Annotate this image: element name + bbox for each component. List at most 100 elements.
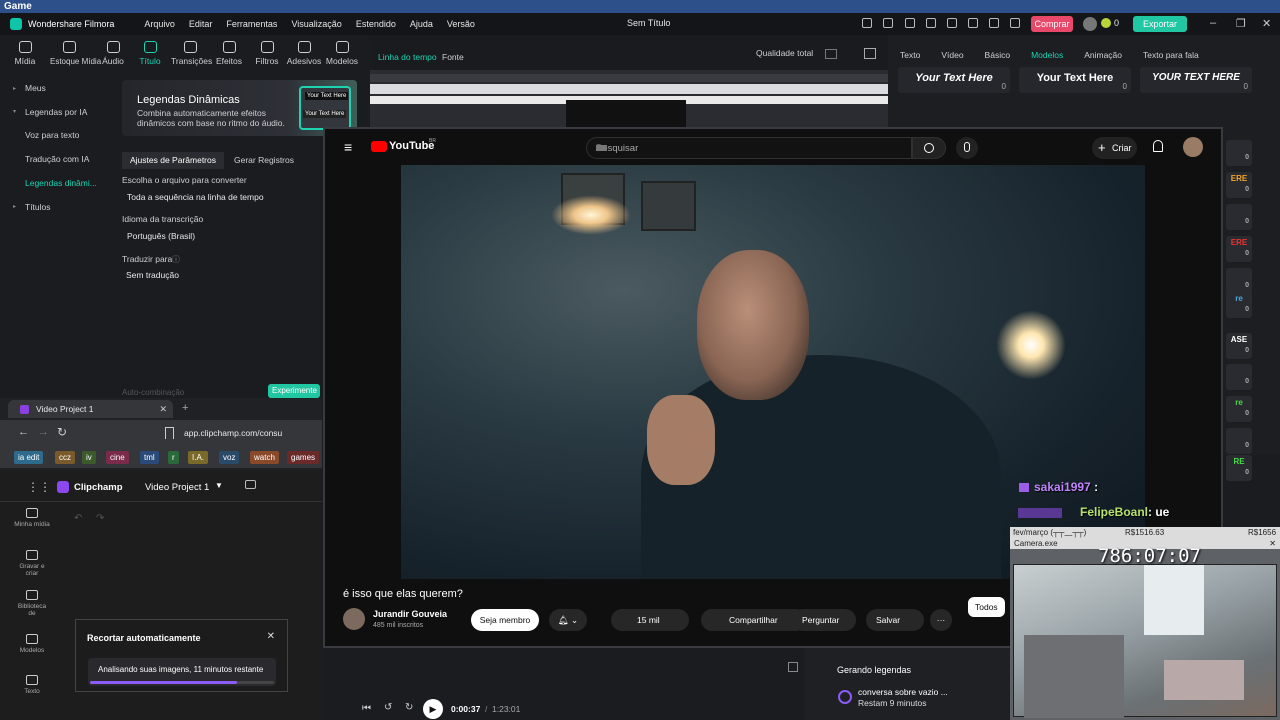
tool-stickers[interactable]: Adesivos — [285, 39, 323, 66]
template-side-card[interactable]: re 0 — [1226, 292, 1252, 318]
undo-icon[interactable]: ↶ — [74, 513, 82, 524]
apps-grid-icon[interactable]: ⋮⋮ — [27, 480, 51, 494]
monitor-icon[interactable] — [926, 18, 936, 28]
tool-filters[interactable]: Filtros — [248, 39, 286, 66]
template-side-card[interactable]: ASE 0 — [1226, 333, 1252, 359]
fullscreen-icon[interactable] — [788, 662, 798, 672]
close-icon[interactable]: ✕ — [1262, 17, 1271, 30]
tab-params[interactable]: Ajustes de Parâmetros — [122, 152, 224, 169]
nav-traducao[interactable]: Tradução com IA — [25, 154, 89, 164]
help-icon[interactable] — [989, 18, 999, 28]
tool-effects[interactable]: Efeitos — [210, 39, 248, 66]
save-button[interactable]: Salvar — [866, 609, 924, 631]
nav-legendas-dinamicas[interactable]: Legendas dinâmi... — [25, 178, 97, 188]
more-icon[interactable]: ··· — [930, 609, 952, 631]
menu-ferramentas[interactable]: Ferramentas — [226, 19, 277, 29]
nav-titulos[interactable]: Títulos — [25, 202, 51, 212]
buy-button[interactable]: Comprar — [1031, 16, 1073, 32]
bookmark-folder[interactable]: voz — [219, 451, 240, 464]
prev-frame-icon[interactable]: ⏮︎ — [362, 703, 371, 714]
close-tab-icon[interactable]: ✕ — [159, 400, 167, 418]
share-icon[interactable] — [883, 18, 893, 28]
tool-media[interactable]: Mídia — [6, 39, 44, 66]
avatar[interactable] — [1083, 17, 1097, 31]
reload-icon[interactable]: ↻ — [57, 425, 67, 439]
template-side-card[interactable]: 0 — [1226, 140, 1252, 166]
tab-animation[interactable]: Animação — [1084, 50, 1122, 60]
browser-tab[interactable]: Video Project 1 ✕ — [8, 400, 173, 418]
select-file[interactable]: Toda a sequência na linha de tempo — [127, 192, 264, 202]
layout-icon[interactable] — [905, 18, 915, 28]
tab-timeline[interactable]: Linha do tempo — [378, 52, 437, 62]
bookmark-folder[interactable]: r — [168, 451, 179, 464]
nav-my-media[interactable]: Minha mídia — [14, 508, 50, 528]
like-button[interactable]: 15 mil — [611, 609, 689, 631]
tab-basic[interactable]: Básico — [985, 50, 1011, 60]
join-button[interactable]: Seja membro — [471, 609, 539, 631]
back-icon[interactable]: ← — [18, 426, 29, 438]
image-icon[interactable] — [864, 48, 876, 59]
create-button[interactable]: + Criar — [1092, 137, 1137, 159]
title-template-card[interactable]: Your Text Here 0 — [1019, 67, 1131, 93]
tab-video[interactable]: Vídeo — [941, 50, 963, 60]
bookmark-folder[interactable]: games — [287, 451, 320, 464]
close-icon[interactable]: ✕ — [267, 631, 275, 642]
tab-tts[interactable]: Texto para fala — [1143, 50, 1199, 60]
tool-titles[interactable]: Título — [131, 39, 169, 66]
export-button[interactable]: Exportar — [1133, 16, 1187, 32]
maximize-icon[interactable]: ❐ — [1236, 17, 1246, 30]
grid-icon[interactable] — [1010, 18, 1020, 28]
nav-text[interactable]: Texto — [14, 675, 50, 695]
template-side-card[interactable]: 0 — [1226, 364, 1252, 390]
url-field[interactable]: app.clipchamp.com/consu — [184, 428, 282, 438]
redo-icon[interactable]: ↷ — [96, 513, 104, 524]
menu-arquivo[interactable]: Arquivo — [144, 19, 175, 29]
avatar[interactable] — [1183, 137, 1203, 157]
template-side-card[interactable]: ERE 0 — [1226, 172, 1252, 198]
new-tab-icon[interactable]: + — [182, 402, 188, 414]
rewind-icon[interactable]: ↺ — [384, 702, 392, 713]
search-button[interactable] — [912, 137, 946, 159]
forward-icon[interactable]: ↻ — [405, 702, 413, 713]
ask-button[interactable]: Perguntar — [792, 609, 856, 631]
save-icon[interactable] — [947, 18, 957, 28]
chevron-down-icon[interactable]: ▼ — [215, 481, 223, 490]
auto-combine-label[interactable]: Auto-combinação — [122, 388, 184, 397]
youtube-logo-icon[interactable] — [371, 141, 387, 152]
nav-record[interactable]: Gravar e criar — [14, 550, 50, 577]
tab-source[interactable]: Fonte — [442, 52, 464, 62]
template-side-card[interactable]: re 0 — [1226, 396, 1252, 422]
bookmark-folder[interactable]: ia edit — [14, 451, 44, 464]
mic-button[interactable] — [956, 137, 978, 159]
nav-library[interactable]: Biblioteca de — [14, 590, 50, 617]
title-template-card[interactable]: YOUR TEXT HERE 0 — [1140, 67, 1252, 93]
tool-stock[interactable]: Estoque Mídia — [50, 39, 101, 66]
bookmark-folder[interactable]: I.A. — [188, 451, 209, 464]
title-template-card[interactable]: Your Text Here 0 — [898, 67, 1010, 93]
template-side-card[interactable]: ERE 0 — [1226, 236, 1252, 262]
nav-templates[interactable]: Modelos — [14, 634, 50, 654]
bookmark-icon[interactable] — [165, 427, 174, 439]
template-side-card[interactable]: RE 0 — [1226, 455, 1252, 481]
select-translate[interactable]: Sem tradução — [126, 270, 179, 280]
quality-select[interactable]: Qualidade total — [756, 48, 813, 58]
forward-icon[interactable]: → — [38, 426, 49, 438]
menu-ajuda[interactable]: Ajuda — [410, 19, 433, 29]
experiment-button[interactable]: Experimente — [268, 384, 320, 398]
tab-text[interactable]: Texto — [900, 50, 920, 60]
menu-versao[interactable]: Versão — [447, 19, 475, 29]
template-side-card[interactable]: 0 — [1226, 204, 1252, 230]
media-icon[interactable] — [968, 18, 978, 28]
tab-models[interactable]: Modelos — [1031, 50, 1063, 60]
search-box[interactable]: Pesquisar — [586, 137, 912, 159]
bell-icon[interactable] — [1153, 140, 1163, 152]
menu-editar[interactable]: Editar — [189, 19, 213, 29]
tab-generate[interactable]: Gerar Registros — [234, 152, 294, 169]
nav-meus[interactable]: Meus — [25, 83, 46, 93]
nav-legendas-ia[interactable]: Legendas por IA — [25, 107, 87, 117]
bookmark-folder[interactable]: ccz — [55, 451, 75, 464]
bookmark-folder[interactable]: tml — [140, 451, 159, 464]
tool-transitions[interactable]: Transições — [171, 39, 212, 66]
template-side-card[interactable]: 0 — [1226, 428, 1252, 454]
keyboard-icon[interactable] — [596, 145, 607, 151]
